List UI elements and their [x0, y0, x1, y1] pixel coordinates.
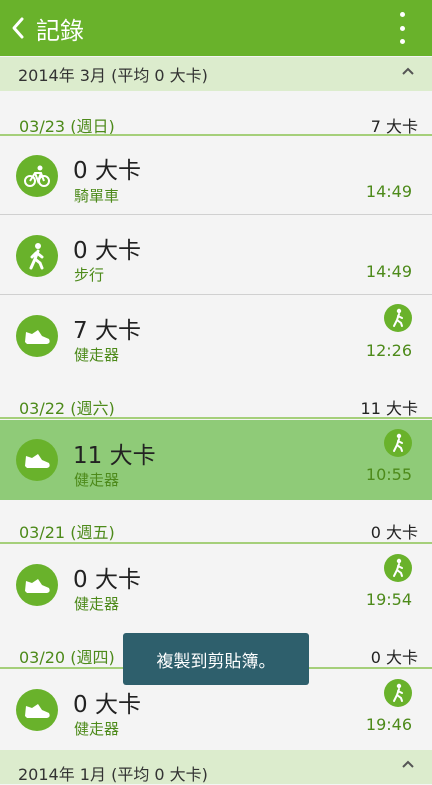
calories: 11 大卡: [73, 443, 156, 469]
day-header: 03/22 (週六) 11 大卡: [0, 377, 432, 419]
page-title: 記錄: [36, 16, 84, 45]
month-label: 2014年 3月 (平均 0 大卡): [18, 66, 208, 85]
calories: 0 大卡: [73, 238, 141, 264]
day-date: 03/22 (週六): [19, 399, 115, 418]
shoe-icon: [16, 564, 58, 606]
day-total: 0 大卡: [370, 523, 418, 542]
record-time: 14:49: [365, 182, 412, 201]
list-item[interactable]: 0 大卡 騎單車 14:49: [0, 137, 432, 215]
calories: 0 大卡: [73, 158, 141, 184]
walking-icon: [16, 235, 58, 277]
list-item[interactable]: 7 大卡 健走器 12:26: [0, 297, 432, 375]
overflow-menu-button[interactable]: [390, 12, 414, 44]
month-label: 2014年 1月 (平均 0 大卡): [18, 765, 208, 784]
record-time: 19:54: [365, 590, 412, 609]
walker-badge-icon: [384, 554, 412, 582]
record-time: 10:55: [365, 465, 412, 484]
list-item[interactable]: 0 大卡 健走器 19:54: [0, 545, 432, 623]
walker-badge-icon: [384, 429, 412, 457]
divider: [0, 134, 432, 136]
record-time: 14:49: [365, 262, 412, 281]
shoe-icon: [16, 315, 58, 357]
shoe-icon: [16, 439, 58, 481]
shoe-icon: [16, 689, 58, 731]
walker-badge-icon: [384, 304, 412, 332]
day-date: 03/20 (週四): [19, 648, 115, 667]
chevron-up-icon: [402, 760, 414, 768]
activity-name: 騎單車: [74, 187, 120, 205]
day-header: 03/23 (週日) 7 大卡: [0, 94, 432, 136]
month-header[interactable]: 2014年 1月 (平均 0 大卡): [0, 750, 432, 784]
list-item-selected[interactable]: 11 大卡 健走器 10:55: [0, 420, 432, 500]
chevron-up-icon: [402, 67, 414, 75]
calories: 7 大卡: [73, 318, 141, 344]
walker-badge-icon: [384, 679, 412, 707]
activity-name: 步行: [74, 266, 105, 284]
app-bar: 記錄: [0, 0, 432, 56]
day-total: 11 大卡: [360, 399, 418, 418]
divider: [0, 542, 432, 544]
calories: 0 大卡: [73, 567, 141, 593]
day-header: 03/21 (週五) 0 大卡: [0, 502, 432, 544]
day-total: 0 大卡: [370, 648, 418, 667]
chevron-left-icon: [12, 17, 24, 39]
dot: [399, 39, 405, 44]
back-button[interactable]: [0, 0, 36, 56]
day-date: 03/21 (週五): [19, 523, 115, 542]
list-item[interactable]: 0 大卡 步行 14:49: [0, 217, 432, 295]
month-header[interactable]: 2014年 3月 (平均 0 大卡): [0, 57, 432, 91]
bicycle-icon: [16, 155, 58, 197]
divider: [0, 294, 432, 295]
record-time: 12:26: [365, 341, 412, 360]
toast-message: 複製到剪貼簿。: [123, 633, 309, 685]
activity-name: 健走器: [74, 595, 120, 613]
dot: [399, 12, 405, 17]
activity-name: 健走器: [74, 346, 120, 364]
divider: [0, 417, 432, 419]
activity-name: 健走器: [74, 471, 120, 489]
divider: [0, 214, 432, 215]
dot: [399, 25, 405, 31]
record-time: 19:46: [365, 715, 412, 734]
calories: 0 大卡: [73, 692, 141, 718]
activity-name: 健走器: [74, 720, 120, 738]
